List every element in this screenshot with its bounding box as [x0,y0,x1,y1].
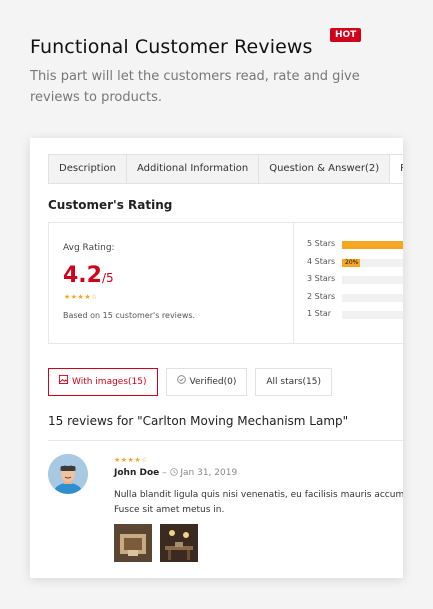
verified-filter[interactable]: Verified(0) [165,368,248,396]
with-images-filter[interactable]: With images(15) [48,368,158,396]
review-meta: John Doe – Jan 31, 2019 [114,468,237,478]
rating-bar-track [342,293,403,302]
rating-bar-label: 3 Stars [307,274,336,283]
rating-bar-fill [342,241,403,249]
image-icon [59,369,68,395]
tab-description[interactable]: Description [49,155,127,183]
avg-rating-max: /5 [101,271,114,285]
rating-bar-percent: 20% [345,258,359,266]
review-separator: – [162,468,167,478]
hero-title: Functional Customer Reviews [30,36,313,58]
review-body: Nulla blandit ligula quis nisi venenatis… [114,488,403,518]
review-author: John Doe [114,468,160,478]
divider [48,440,403,441]
review-image-thumbnail[interactable] [160,524,198,562]
tab-question-answer[interactable]: Question & Answer(2) [259,155,391,183]
review-filters: With images(15) Verified(0) All stars(15… [48,368,332,396]
rating-bar-track [342,241,403,249]
hero-subtitle: This part will let the customers read, r… [30,69,360,105]
rating-bar-row: 5 Stars [307,237,403,255]
avatar [48,454,88,494]
rating-bar-track [342,311,403,319]
product-tabs: Description Additional Information Quest… [48,154,403,184]
all-stars-label: All stars(15) [266,377,321,387]
product-reviews-panel: Description Additional Information Quest… [30,138,403,578]
verified-label: Verified(0) [189,377,237,387]
clock-icon [169,468,178,478]
rating-bar-label: 5 Stars [307,239,336,248]
rating-bar-row: 4 Stars 20% [307,255,403,273]
rating-summary: Avg Rating: 4.2/5 ★★★★☆ Based on 15 cust… [48,222,403,344]
rating-bar-track [342,276,403,284]
rating-bar-row: 3 Stars [307,272,403,290]
customer-rating-title: Customer's Rating [48,198,173,212]
review-text-line-1: Nulla blandit ligula quis nisi venenatis… [114,490,403,500]
avg-rating-number: 4.2 [63,263,102,288]
review-date: Jan 31, 2019 [180,468,238,478]
based-on-text: Based on 15 customer's reviews. [63,311,196,320]
rating-bar-row: 1 Star [307,307,403,325]
with-images-label: With images(15) [72,377,147,387]
average-rating-panel: Avg Rating: 4.2/5 ★★★★☆ Based on 15 cust… [49,223,294,343]
rating-breakdown: 5 Stars 4 Stars 20% 3 Stars 2 Stars 1 Star [307,237,403,325]
tab-reviews[interactable]: Rev [390,155,403,183]
check-circle-icon [176,369,186,395]
avg-star-rating: ★★★★☆ [64,293,98,301]
hot-badge: HOT [330,28,362,42]
rating-bar-label: 1 Star [307,309,332,318]
review-star-rating: ★★★★☆ [114,456,148,464]
review-text-line-2: Fusce sit amet metus in. [114,505,225,515]
avg-rating-value: 4.2/5 [63,263,114,288]
rating-bar-label: 2 Stars [307,291,336,301]
tab-additional-information[interactable]: Additional Information [127,155,260,183]
review-image-thumbnail[interactable] [114,524,152,562]
avg-rating-label: Avg Rating: [63,243,115,253]
rating-bar-label: 4 Stars [307,256,336,266]
all-stars-filter[interactable]: All stars(15) [255,368,332,396]
reviews-heading: 15 reviews for "Carlton Moving Mechanism… [48,414,349,428]
rating-bar-track: 20% [342,258,403,267]
rating-bar-row: 2 Stars [307,290,403,308]
